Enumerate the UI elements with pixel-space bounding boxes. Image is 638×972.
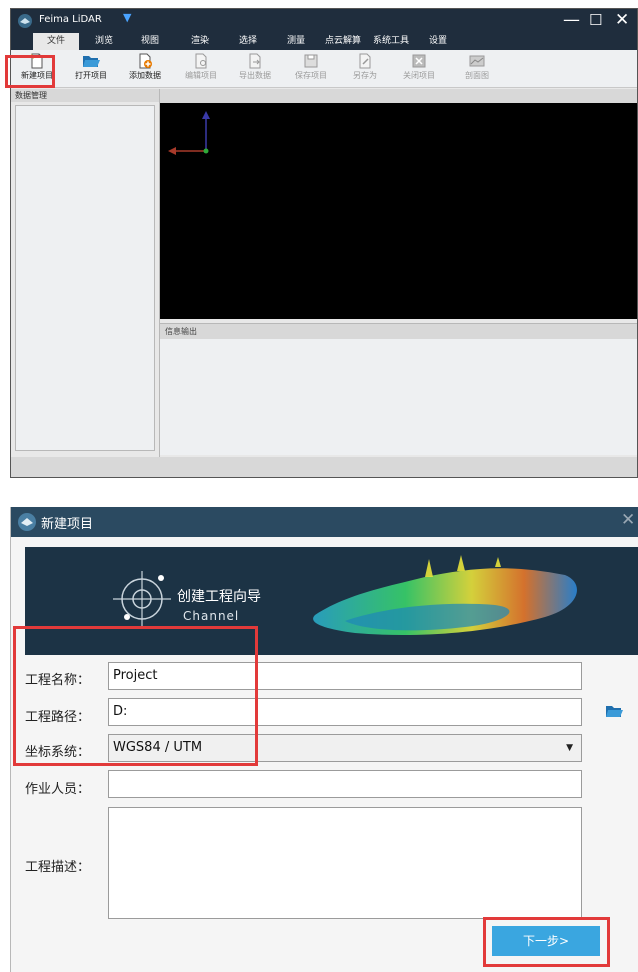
menu-bar: 文件 浏览 视图 渲染 选择 测量 点云解算 系统工具 设置 bbox=[11, 33, 637, 50]
title-bar: Feima LiDAR ▼ — ☐ ✕ bbox=[11, 9, 637, 33]
profile-icon bbox=[469, 55, 485, 67]
close-file-icon bbox=[412, 54, 426, 68]
close-project-button[interactable]: 关闭项目 bbox=[397, 53, 441, 87]
data-management-panel[interactable] bbox=[15, 105, 155, 451]
export-icon bbox=[249, 53, 261, 69]
viewer-header bbox=[160, 89, 637, 103]
close-project-label: 关闭项目 bbox=[403, 71, 435, 80]
menu-pointcloud-solve[interactable]: 点云解算 bbox=[321, 33, 365, 50]
app-logo-icon bbox=[18, 14, 32, 28]
export-data-button[interactable]: 导出数据 bbox=[233, 53, 277, 87]
app-title: Feima LiDAR bbox=[39, 14, 102, 25]
save-project-label: 保存项目 bbox=[295, 71, 327, 80]
banner-subtitle: Channel bbox=[183, 609, 240, 623]
edit-file-icon bbox=[195, 53, 207, 69]
dialog-close-button[interactable]: ✕ bbox=[621, 510, 635, 530]
description-label: 工程描述： bbox=[25, 860, 91, 875]
save-icon bbox=[304, 54, 318, 68]
export-data-label: 导出数据 bbox=[239, 71, 271, 80]
save-as-button[interactable]: 另存为 bbox=[343, 53, 387, 87]
menu-file[interactable]: 文件 bbox=[33, 33, 79, 50]
highlight-box bbox=[13, 626, 258, 766]
app-window: Feima LiDAR ▼ — ☐ ✕ 文件 浏览 视图 渲染 选择 测量 点云… bbox=[10, 8, 638, 478]
toolbar: 新建项目 打开项目 添加数据 编辑项目 导出数据 保存项目 另存为 关闭项目 剖… bbox=[11, 50, 637, 88]
operator-input[interactable] bbox=[108, 770, 582, 798]
save-as-label: 另存为 bbox=[353, 71, 377, 80]
menu-settings[interactable]: 设置 bbox=[423, 33, 453, 50]
status-bar bbox=[11, 457, 637, 477]
data-management-title: 数据管理 bbox=[11, 89, 160, 102]
add-data-label: 添加数据 bbox=[129, 71, 161, 80]
operator-label: 作业人员： bbox=[25, 782, 91, 797]
menu-view[interactable]: 视图 bbox=[135, 33, 165, 50]
menu-render[interactable]: 渲染 bbox=[185, 33, 215, 50]
menu-system-tools[interactable]: 系统工具 bbox=[369, 33, 413, 50]
app-dropdown-icon[interactable]: ▼ bbox=[123, 11, 131, 24]
banner-title: 创建工程向导 bbox=[177, 589, 261, 605]
menu-select[interactable]: 选择 bbox=[233, 33, 263, 50]
chevron-down-icon: ▼ bbox=[566, 743, 573, 753]
description-textarea[interactable] bbox=[108, 807, 582, 919]
profile-label: 剖面图 bbox=[465, 71, 489, 80]
close-window-button[interactable]: ✕ bbox=[615, 10, 629, 30]
info-output-panel bbox=[160, 339, 637, 455]
axis-gizmo-icon bbox=[168, 111, 210, 155]
highlight-box bbox=[483, 917, 610, 967]
open-project-label: 打开项目 bbox=[75, 71, 107, 80]
edit-project-label: 编辑项目 bbox=[185, 71, 217, 80]
save-as-icon bbox=[359, 53, 371, 69]
dialog-title-bar: 新建项目 ✕ bbox=[11, 507, 638, 537]
profile-button[interactable]: 剖面图 bbox=[455, 53, 499, 87]
dialog-logo-icon bbox=[18, 513, 36, 531]
3d-viewer[interactable] bbox=[160, 103, 637, 319]
browse-folder-icon[interactable] bbox=[605, 704, 623, 718]
minimize-button[interactable]: — bbox=[563, 10, 580, 30]
save-project-button[interactable]: 保存项目 bbox=[289, 53, 333, 87]
add-data-icon bbox=[139, 53, 152, 69]
menu-browse[interactable]: 浏览 bbox=[89, 33, 119, 50]
new-project-dialog: 新建项目 ✕ 创建工程向导 Channel 工程名称： Project 工程路径… bbox=[10, 507, 638, 972]
menu-measure[interactable]: 测量 bbox=[281, 33, 311, 50]
add-data-button[interactable]: 添加数据 bbox=[123, 53, 167, 87]
maximize-button[interactable]: ☐ bbox=[589, 10, 602, 30]
dialog-title: 新建项目 bbox=[41, 517, 94, 532]
open-folder-icon bbox=[83, 56, 100, 67]
info-output-title: 信息输出 bbox=[160, 323, 637, 339]
open-project-button[interactable]: 打开项目 bbox=[69, 53, 113, 87]
highlight-box bbox=[5, 55, 55, 88]
edit-project-button[interactable]: 编辑项目 bbox=[179, 53, 223, 87]
